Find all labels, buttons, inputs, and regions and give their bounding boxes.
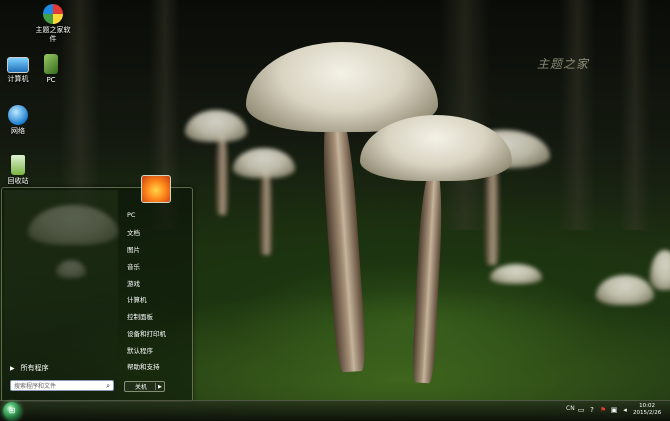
taskbar: ⊞ CN ▭ ? ⚑ ▣ ◂ 10:02 2015/2/26 [0,400,670,421]
windows-logo-icon: ⊞ [8,406,16,415]
desktop-icon-label: PC [46,76,56,84]
clock-time: 10:02 [639,403,656,409]
keyboard-icon[interactable]: ▭ [577,406,585,414]
desktop-icon-label: 网络 [11,127,25,135]
clock[interactable]: 10:02 2015/2/26 [633,403,661,417]
desktop-icon-recycle-bin[interactable]: 回收站 [0,155,38,186]
desktop-icon-pc[interactable]: PC [31,54,71,85]
wallpaper-watermark: 主题之家 [537,57,590,71]
all-programs-button[interactable]: ▶ 所有程序 [10,363,49,373]
desktop-icon-theme-app[interactable]: 主题之家软件 [33,4,73,44]
help-icon[interactable]: ? [588,406,596,414]
shutdown-button[interactable]: 关机 ▶ [124,381,165,392]
desktop-icon-network[interactable]: 网络 [0,105,38,136]
start-menu-item-pc[interactable]: PC [127,211,135,219]
shutdown-separator [155,383,156,390]
all-programs-label: 所有程序 [20,364,49,372]
start-menu-item-documents[interactable]: 文档 [127,227,140,237]
start-menu-item-default-programs[interactable]: 默认程序 [127,345,153,355]
start-menu-item-help-support[interactable]: 帮助和支持 [127,361,160,371]
clock-date: 2015/2/26 [633,410,662,416]
user-account-picture[interactable] [141,175,171,203]
chevron-right-icon[interactable]: ▶ [158,382,162,393]
shutdown-label: 关机 [135,384,148,391]
desktop-icon-label: 主题之家软件 [35,26,71,43]
flag-icon[interactable]: ⚑ [599,406,607,414]
search-input[interactable]: 搜索程序和文件 ⌕ [10,380,114,391]
start-menu-item-control-panel[interactable]: 控制面板 [127,311,153,321]
network-icon [8,105,28,125]
search-icon: ⌕ [106,382,110,390]
start-menu-item-pictures[interactable]: 图片 [127,244,140,254]
start-menu-item-devices-printers[interactable]: 设备和打印机 [127,328,166,338]
start-button[interactable]: ⊞ [3,402,21,420]
pc-icon [44,54,58,74]
recycle-bin-icon [11,155,25,175]
start-menu-item-games[interactable]: 游戏 [127,278,140,288]
computer-icon [7,57,29,73]
network-tray-icon[interactable]: ▣ [610,406,618,414]
start-menu: ▶ 所有程序 搜索程序和文件 ⌕ [1,187,193,402]
start-menu-item-computer[interactable]: 计算机 [127,294,147,304]
start-menu-item-music[interactable]: 音乐 [127,261,140,271]
desktop-icon-label: 计算机 [7,75,29,83]
language-indicator[interactable]: CN [566,405,575,412]
arrow-right-icon: ▶ [10,365,15,372]
desktop-icon-label: 回收站 [7,177,29,185]
theme-app-icon [43,4,63,24]
volume-icon[interactable]: ◂ [621,406,629,414]
search-placeholder: 搜索程序和文件 [14,383,57,390]
